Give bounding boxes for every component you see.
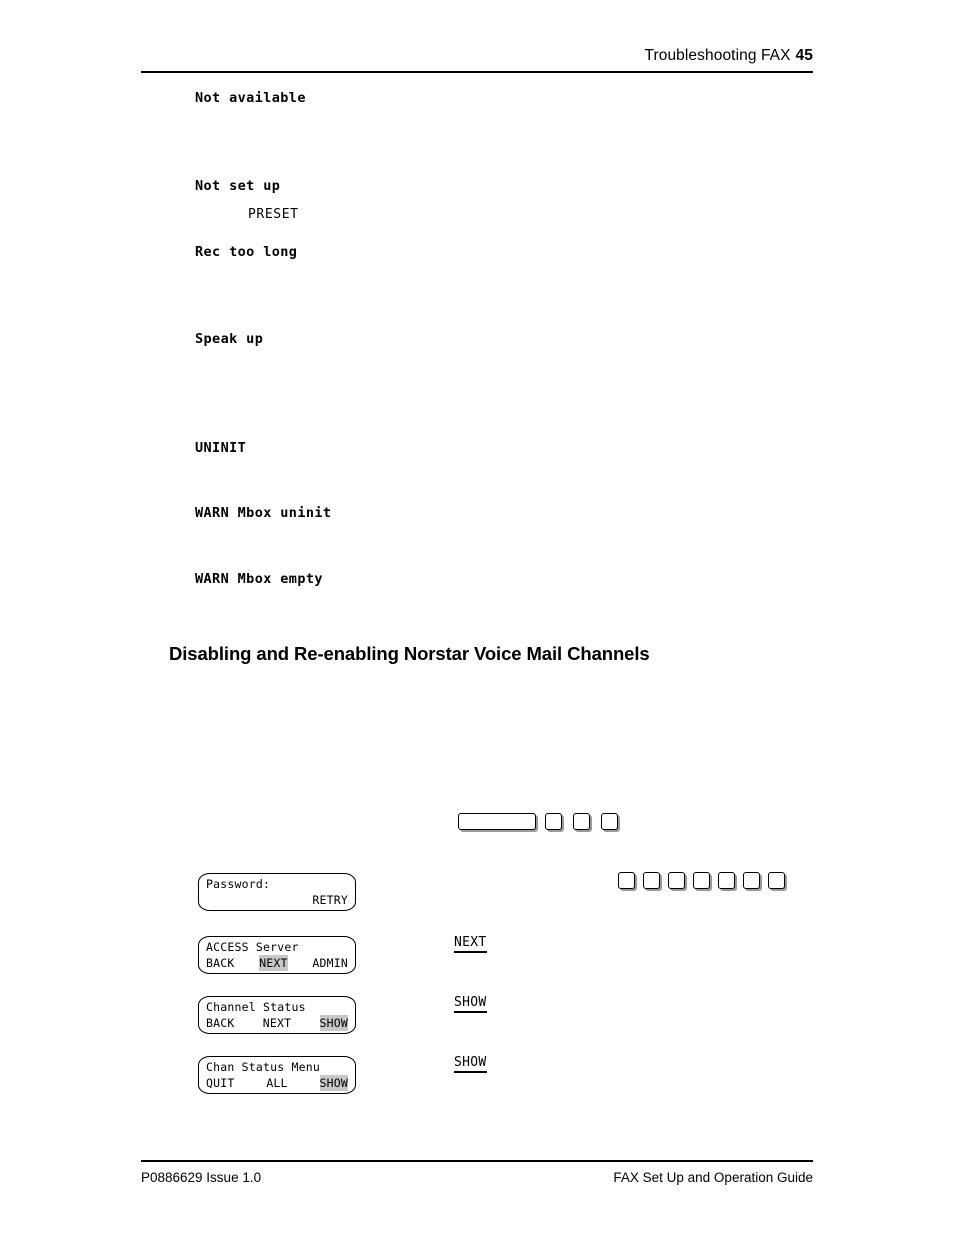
display-message: Speak up xyxy=(195,331,264,347)
display-line-1: ACCESS Server xyxy=(206,940,299,954)
footer-left-text: P0886629 Issue 1.0 xyxy=(141,1170,262,1185)
display-message: WARN Mbox empty xyxy=(195,571,323,587)
display-softkey[interactable]: ALL xyxy=(266,1075,287,1091)
display-line-2: RETRY xyxy=(312,893,348,907)
display-line-1: Password: xyxy=(206,877,271,891)
key-3[interactable] xyxy=(601,813,618,830)
key-c[interactable] xyxy=(668,872,685,889)
footer-right-text: FAX Set Up and Operation Guide xyxy=(613,1170,813,1185)
key-g[interactable] xyxy=(768,872,785,889)
display-line-1: Channel Status xyxy=(206,1000,306,1014)
callout-show-1: SHOW xyxy=(454,996,487,1013)
display-softkey[interactable]: SHOW xyxy=(319,1075,348,1091)
callout-next: NEXT xyxy=(454,936,487,953)
callout-show-2: SHOW xyxy=(454,1056,487,1073)
password-display: Password: RETRY xyxy=(198,873,356,911)
display-softkey[interactable]: NEXT xyxy=(263,1015,292,1031)
header-rule xyxy=(141,71,813,73)
document-page: Troubleshooting FAX 45 Not available Not s… xyxy=(0,0,954,1235)
display-softkey-row: BACK NEXT ADMIN xyxy=(206,955,348,971)
key-f[interactable] xyxy=(743,872,760,889)
page-header: Troubleshooting FAX 45 xyxy=(644,47,813,65)
display-softkey[interactable]: NEXT xyxy=(259,955,288,971)
display-line-1: Chan Status Menu xyxy=(206,1060,320,1074)
section-heading: Disabling and Re-enabling Norstar Voice … xyxy=(169,643,650,664)
display-key-wide[interactable] xyxy=(458,813,536,830)
channel-status-display: Channel Status BACK NEXT SHOW xyxy=(198,996,356,1034)
key-a[interactable] xyxy=(618,872,635,889)
display-softkey-row: QUIT ALL SHOW xyxy=(206,1075,348,1091)
key-b[interactable] xyxy=(643,872,660,889)
key-e[interactable] xyxy=(718,872,735,889)
access-server-display: ACCESS Server BACK NEXT ADMIN xyxy=(198,936,356,974)
display-message: Rec too long xyxy=(195,244,298,260)
display-message: Not available xyxy=(195,90,306,106)
display-softkey[interactable]: SHOW xyxy=(319,1015,348,1031)
display-message: Not set up xyxy=(195,178,281,194)
page-number: 45 xyxy=(795,47,813,64)
display-message: UNINIT xyxy=(195,440,247,456)
display-softkey[interactable]: BACK xyxy=(206,955,235,971)
key-2[interactable] xyxy=(573,813,590,830)
chan-status-menu-display: Chan Status Menu QUIT ALL SHOW xyxy=(198,1056,356,1094)
display-message-sub: PRESET xyxy=(248,207,299,222)
key-d[interactable] xyxy=(693,872,710,889)
display-softkey[interactable]: ADMIN xyxy=(312,955,348,971)
display-softkey[interactable]: QUIT xyxy=(206,1075,235,1091)
footer-rule xyxy=(141,1160,813,1162)
header-title: Troubleshooting FAX xyxy=(644,47,791,64)
display-softkey-row: BACK NEXT SHOW xyxy=(206,1015,348,1031)
key-1[interactable] xyxy=(545,813,562,830)
display-message: WARN Mbox uninit xyxy=(195,505,332,521)
display-softkey[interactable]: BACK xyxy=(206,1015,235,1031)
